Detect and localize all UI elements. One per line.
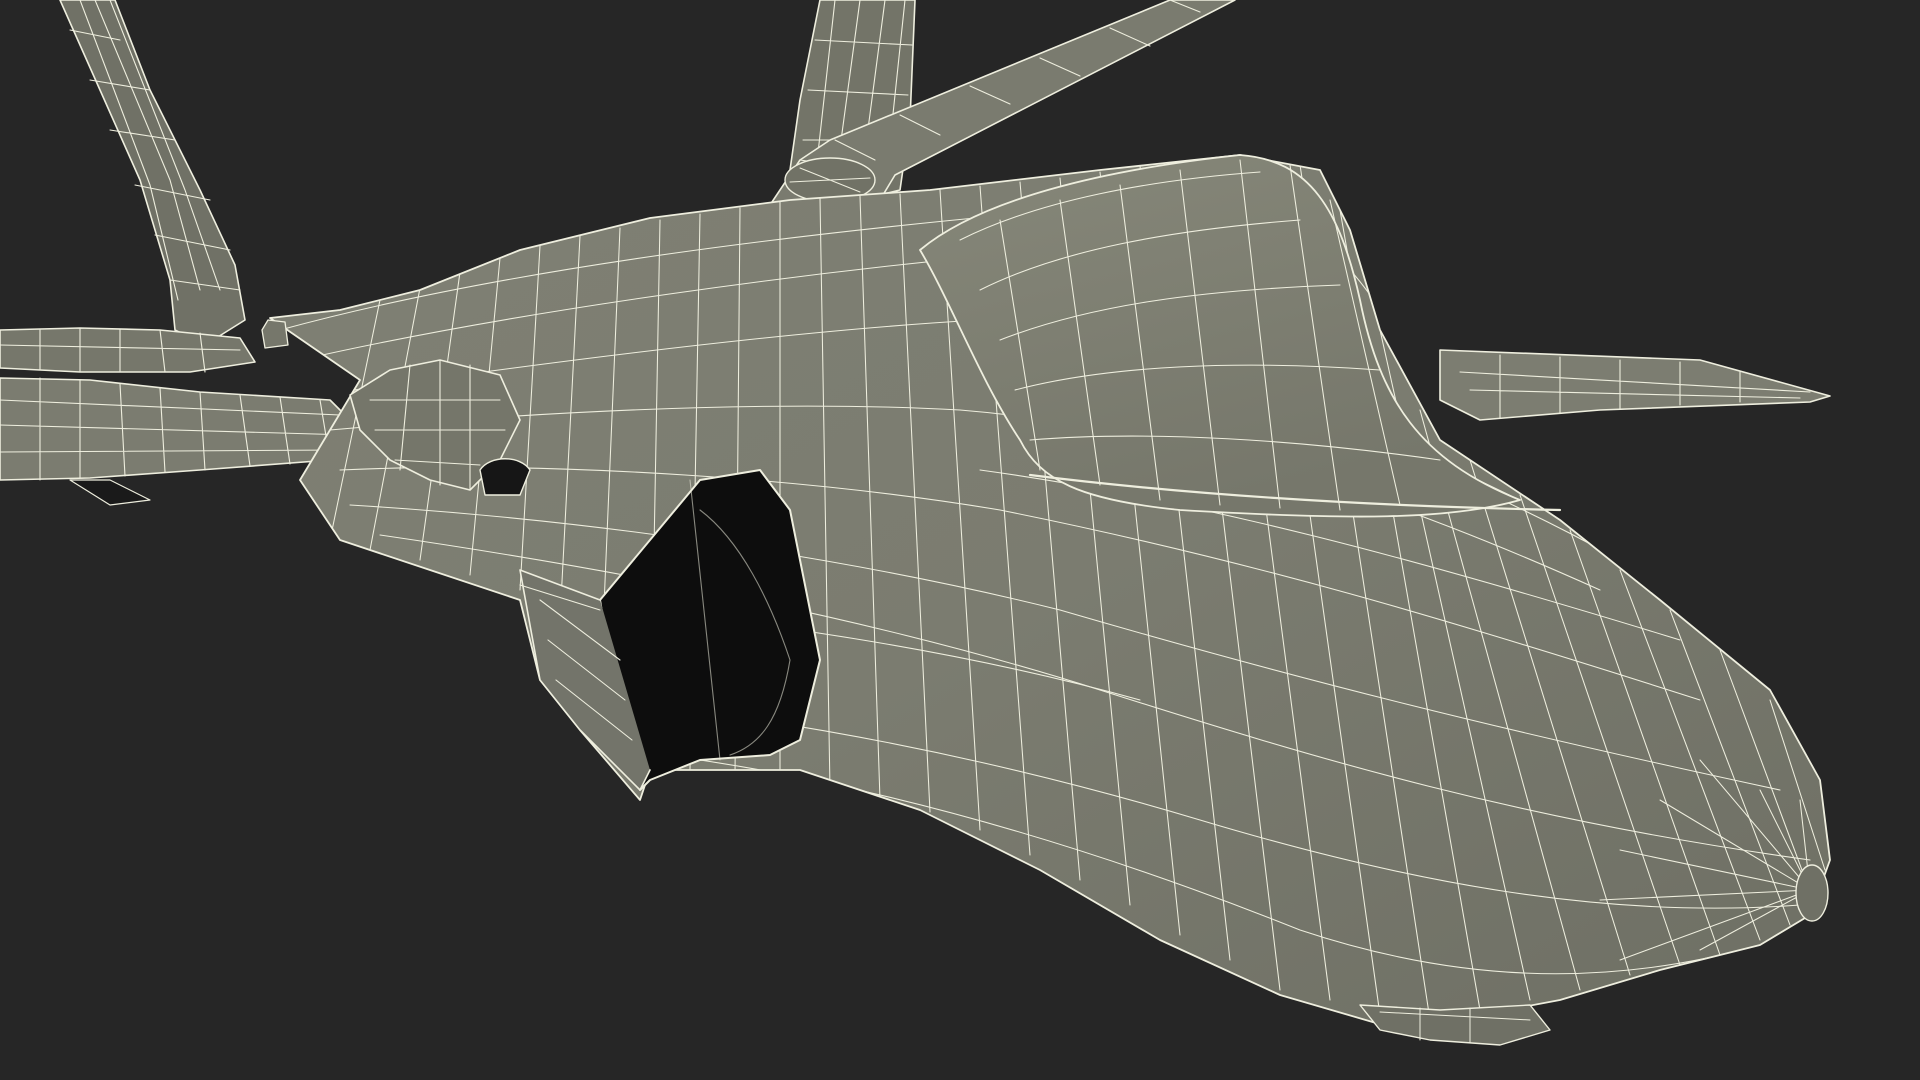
render-viewport: [0, 0, 1920, 1080]
ventral-fin: [1359, 1004, 1551, 1046]
vertical-stabilizer-left: [59, 0, 246, 346]
aircraft-wireframe-render: [0, 0, 1831, 1046]
spine-antenna: [261, 319, 289, 349]
wing-right: [1439, 349, 1831, 421]
